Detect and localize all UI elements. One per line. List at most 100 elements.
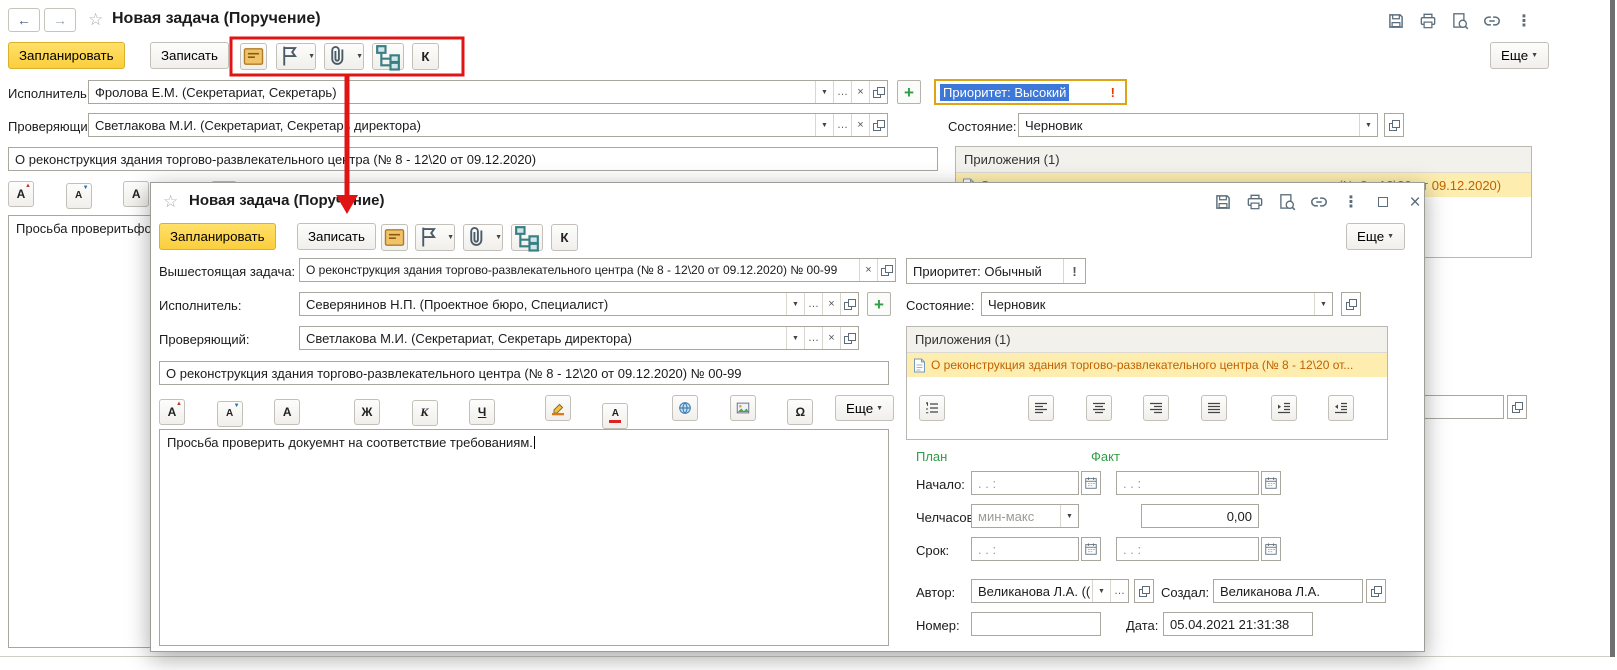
date-field[interactable]: 05.04.2021 21:31:38 xyxy=(1163,612,1313,636)
fact-due-field[interactable]: . . : xyxy=(1116,537,1259,561)
fact-start-field[interactable]: . . : xyxy=(1116,471,1259,495)
forward-button[interactable]: → xyxy=(44,8,76,32)
fact-hours-field[interactable]: 0,00 xyxy=(1141,504,1259,528)
fact-start-calendar-button[interactable] xyxy=(1261,471,1281,495)
executor-clear-button[interactable]: × xyxy=(822,293,840,315)
print-button[interactable] xyxy=(1418,11,1438,31)
created-open-button[interactable] xyxy=(1366,579,1386,603)
plan-due-calendar-button[interactable] xyxy=(1081,537,1101,561)
numbered-list-button[interactable] xyxy=(918,395,945,421)
author-dropdown-button[interactable]: ▼ xyxy=(1092,580,1110,602)
indent-increase-button[interactable] xyxy=(1270,395,1297,421)
author-choose-button[interactable]: … xyxy=(1110,580,1128,602)
created-field[interactable]: Великанова Л.А. xyxy=(1213,579,1363,603)
dialog-attach-button[interactable]: ▼ xyxy=(463,224,503,251)
create-subtask-button[interactable]: + xyxy=(897,80,921,104)
dialog-write-button[interactable]: Записать xyxy=(297,223,376,250)
dialog-preview-button[interactable] xyxy=(1277,192,1297,212)
preview-button[interactable] xyxy=(1450,11,1470,31)
plan-hours-field[interactable]: мин-макс ▼ xyxy=(971,504,1079,528)
format-more-button[interactable]: Еще ▼ xyxy=(835,395,895,421)
align-right-button[interactable] xyxy=(1143,395,1170,421)
background-field-open-button[interactable] xyxy=(1507,395,1527,419)
font-increase-button[interactable]: А ▲ xyxy=(159,399,185,425)
reviewer-clear-button[interactable]: × xyxy=(851,114,869,136)
executor-dropdown-button[interactable]: ▼ xyxy=(815,81,833,103)
font-button[interactable]: А xyxy=(274,399,301,425)
insert-image-button[interactable] xyxy=(729,395,756,421)
attach-button[interactable]: ▼ xyxy=(324,43,364,70)
back-button[interactable]: ← xyxy=(8,8,40,32)
number-field[interactable] xyxy=(971,612,1101,636)
font-color-button[interactable]: А xyxy=(602,403,629,429)
dialog-save-document-button[interactable] xyxy=(1213,192,1233,212)
author-open-button[interactable] xyxy=(1134,579,1154,603)
font-decrease-button[interactable]: А ▼ xyxy=(65,182,92,209)
dialog-maximize-button[interactable] xyxy=(1373,192,1393,212)
align-center-button[interactable] xyxy=(1085,395,1112,421)
fact-due-calendar-button[interactable] xyxy=(1261,537,1281,561)
executor-field[interactable]: Фролова Е.М. (Секретариат, Секретарь) ▼ … xyxy=(88,80,888,104)
reviewer-field[interactable]: Светлакова М.И. (Секретариат, Секретарь … xyxy=(88,113,888,137)
special-char-button[interactable]: Ω xyxy=(787,399,814,425)
reviewer-clear-button[interactable]: × xyxy=(822,327,840,349)
executor-choose-button[interactable]: … xyxy=(804,293,822,315)
plan-due-field[interactable]: . . : xyxy=(971,537,1079,561)
hours-dropdown-button[interactable]: ▼ xyxy=(1060,505,1078,527)
reviewer-dropdown-button[interactable]: ▼ xyxy=(815,114,833,136)
task-card-button[interactable] xyxy=(240,43,267,70)
write-button[interactable]: Записать xyxy=(150,42,229,69)
priority-control[interactable]: Приоритет: Высокий ! xyxy=(934,79,1127,105)
indent-decrease-button[interactable] xyxy=(1328,395,1355,421)
reviewer-choose-button[interactable]: … xyxy=(833,114,851,136)
executor-choose-button[interactable]: … xyxy=(833,81,851,103)
align-left-button[interactable] xyxy=(1028,395,1055,421)
plan-start-calendar-button[interactable] xyxy=(1081,471,1101,495)
dialog-print-button[interactable] xyxy=(1245,192,1265,212)
subtasks-button[interactable] xyxy=(372,43,404,71)
dialog-state-field[interactable]: Черновик ▼ xyxy=(981,292,1333,316)
state-field[interactable]: Черновик ▼ xyxy=(1018,113,1378,137)
dialog-subject-field[interactable]: О реконструкция здания торгово-развлекат… xyxy=(159,361,889,385)
parent-task-field[interactable]: О реконструкция здания торгово-развлекат… xyxy=(299,258,896,282)
dialog-reviewer-field[interactable]: Светлакова М.И. (Секретариат, Секретарь … xyxy=(299,326,859,350)
dialog-control-button[interactable]: К xyxy=(551,224,578,251)
author-field[interactable]: Великанова Л.А. (( ▼ … xyxy=(971,579,1129,603)
dialog-state-open-button[interactable] xyxy=(1341,292,1361,316)
dialog-more-menu-button[interactable]: ⋮ xyxy=(1341,192,1361,212)
dialog-create-subtask-button[interactable]: + xyxy=(867,292,891,316)
italic-button[interactable]: К xyxy=(411,399,438,426)
dialog-flag-button[interactable]: ▼ xyxy=(415,224,455,251)
executor-open-button[interactable] xyxy=(840,293,858,315)
font-button[interactable]: А xyxy=(123,181,150,207)
favorite-star-icon[interactable]: ☆ xyxy=(88,11,103,28)
plan-start-field[interactable]: . . : xyxy=(971,471,1079,495)
dialog-priority-control[interactable]: Приоритет: Обычный ! xyxy=(906,258,1086,284)
font-decrease-button[interactable]: А ▼ xyxy=(216,400,243,427)
flag-button[interactable]: ▼ xyxy=(276,43,316,70)
subject-field[interactable]: О реконструкция здания торгово-развлекат… xyxy=(8,147,938,171)
control-button[interactable]: К xyxy=(412,43,439,70)
more-menu-button[interactable]: ⋮ xyxy=(1514,11,1534,31)
dialog-executor-field[interactable]: Северянинов Н.П. (Проектное бюро, Специа… xyxy=(299,292,859,316)
dialog-more-actions-button[interactable]: Еще ▼ xyxy=(1346,223,1406,250)
executor-open-button[interactable] xyxy=(869,81,887,103)
font-increase-button[interactable]: А ▲ xyxy=(8,181,34,207)
reviewer-dropdown-button[interactable]: ▼ xyxy=(786,327,804,349)
dialog-get-link-button[interactable] xyxy=(1309,192,1329,212)
reviewer-choose-button[interactable]: … xyxy=(804,327,822,349)
executor-clear-button[interactable]: × xyxy=(851,81,869,103)
more-actions-button[interactable]: Еще ▼ xyxy=(1490,42,1550,69)
dialog-body-editor[interactable]: Просьба проверить докуемнт на соответств… xyxy=(159,429,889,646)
parent-task-open-button[interactable] xyxy=(877,259,895,281)
insert-link-button[interactable] xyxy=(672,395,698,421)
underline-button[interactable]: Ч xyxy=(469,399,496,425)
bold-button[interactable]: Ж xyxy=(353,399,380,425)
save-document-button[interactable] xyxy=(1386,11,1406,31)
state-dropdown-button[interactable]: ▼ xyxy=(1314,293,1332,315)
dialog-subtasks-button[interactable] xyxy=(511,224,543,252)
reviewer-open-button[interactable] xyxy=(869,114,887,136)
get-link-button[interactable] xyxy=(1482,11,1502,31)
state-open-button[interactable] xyxy=(1384,113,1404,137)
highlight-color-button[interactable] xyxy=(544,395,571,421)
